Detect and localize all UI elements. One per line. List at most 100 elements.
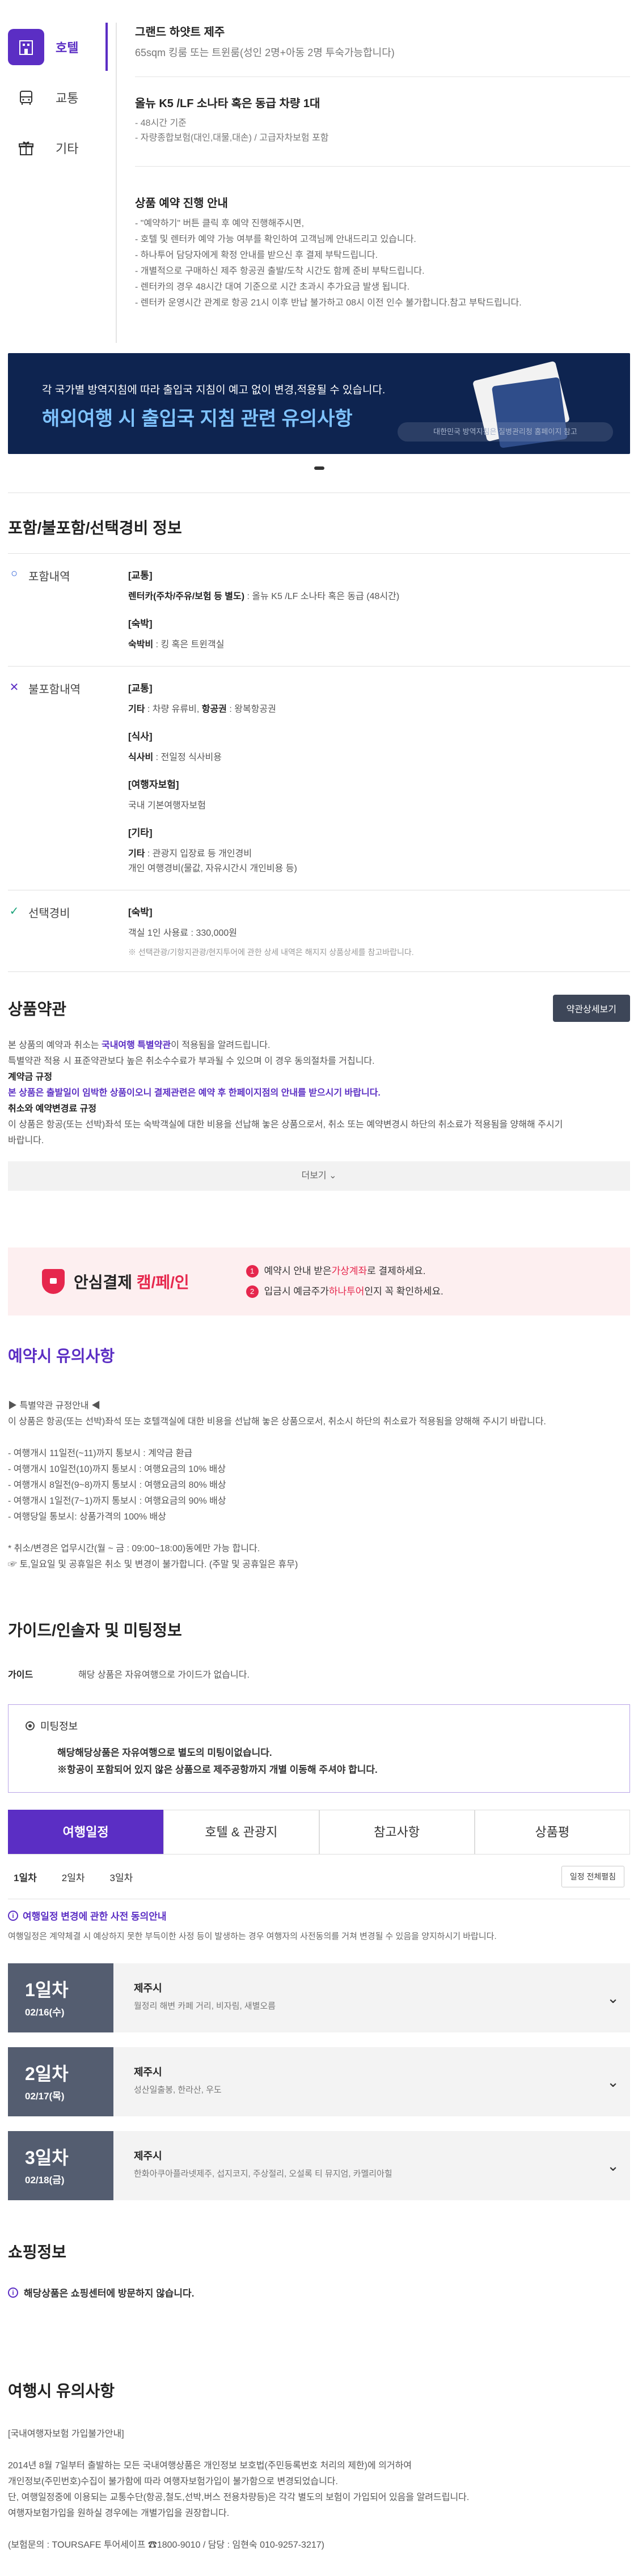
travel-guideline-banner[interactable]: 각 국가별 방역지침에 따라 출입국 지침이 예고 없이 변경,적용될 수 있습… — [8, 353, 630, 454]
day-body: 제주시 성산일출봉, 한라산, 우도 — [113, 2047, 596, 2116]
travel-notes-title: 여행시 유의사항 — [8, 2382, 115, 2400]
reservation-title: 예약시 유의사항 — [8, 1347, 115, 1365]
terms-subheading: 취소와 예약변경료 규정 — [8, 1104, 97, 1114]
expand-all-button[interactable]: 일정 전체펼침 — [561, 1866, 624, 1887]
line-val: : 관광지 입장료 등 개인경비 — [145, 849, 252, 859]
number-badge: 2 — [246, 1285, 259, 1298]
carousel-dot[interactable] — [314, 466, 324, 470]
guide-row: 가이드 해당 상품은 자유여행으로 가이드가 없습니다. — [8, 1652, 630, 1695]
group-line: 기타 : 관광지 입장료 등 개인경비 — [128, 847, 630, 862]
group-line: 개인 여행경비(물값, 자유시간시 개인비용 등) — [128, 864, 297, 873]
travel-note-line — [8, 2522, 630, 2537]
terms-line: 본 상품의 예약과 취소는 국내여행 특별약관이 적용됨을 알려드립니다. — [8, 1038, 630, 1054]
day-card[interactable]: 1일차 02/16(수) 제주시 월정리 해변 카페 거리, 비자림, 새별오름 ⌄ — [8, 1963, 630, 2032]
notice-line: - 하나투어 담당자에게 확정 안내를 받으신 후 결제 부탁드립니다. — [135, 251, 378, 260]
group-title: [교통] — [128, 683, 153, 694]
terms-highlight: 국내여행 특별약관 — [101, 1041, 171, 1050]
safe-item: 2 입금시 예금주가 하나투어 인지 꼭 확인하세요. — [246, 1281, 443, 1302]
notice-title: 상품 예약 진행 안내 — [135, 197, 228, 210]
reservation-line — [8, 1430, 630, 1446]
guide-key: 가이드 — [8, 1670, 33, 1680]
tab-reviews[interactable]: 상품평 — [474, 1810, 630, 1854]
chevron-down-icon: ⌄ — [329, 1171, 337, 1181]
day-tab-1[interactable]: 1일차 — [14, 1870, 37, 1884]
number-badge: 1 — [246, 1265, 259, 1278]
chevron-down-icon[interactable]: ⌄ — [596, 2047, 630, 2116]
includes-section: 포함/불포함/선택경비 정보 ○ 포함내역 [교통] 렌터카(주차/주유/보험 … — [0, 493, 638, 972]
tab-itinerary[interactable]: 여행일정 — [8, 1810, 164, 1854]
group-title: [식사] — [128, 731, 153, 742]
safe-title: 안심결제 캠/페/인 — [74, 1270, 189, 1293]
meeting-title: 미팅정보 — [26, 1718, 612, 1733]
included-row: ○ 포함내역 [교통] 렌터카(주차/주유/보험 등 별도) : 올뉴 K5 /… — [8, 554, 630, 667]
banner-note: 대한민국 방역지침은 질병관리청 홈페이지 참고 — [398, 422, 613, 442]
reservation-line: - 여행당일 통보시: 상품가격의 100% 배상 — [8, 1512, 167, 1522]
day-tab-2[interactable]: 2일차 — [62, 1870, 85, 1884]
line-val: : 전일정 식사비용 — [153, 753, 222, 762]
chevron-down-icon[interactable]: ⌄ — [596, 1963, 630, 2032]
group-title: [교통] — [128, 570, 153, 581]
group-line: 숙박비 : 킹 혹은 트윈객실 — [128, 638, 630, 652]
shopping-text: 해당상품은 쇼핑센터에 방문하지 않습니다. — [24, 2288, 195, 2299]
booking-notice: 상품 예약 진행 안내 - "예약하기" 버튼 클릭 후 예약 진행해주시면, … — [135, 184, 630, 326]
schedule-change-notice: i 여행일정 변경에 관한 사전 동의안내 여행일정은 계약체결 시 예상하지 못… — [8, 1899, 630, 1944]
day-card[interactable]: 3일차 02/18(금) 제주시 한화아쿠아플라넷제주, 섭지코지, 주상절리, 오… — [8, 2131, 630, 2200]
group-title: [여행자보험] — [128, 779, 179, 790]
excluded-head: ✕ 불포함내역 — [8, 680, 128, 876]
optional-row: ✓ 선택경비 [숙박] 객실 1인 사용료 : 330,000원 ※ 선택관광/… — [8, 890, 630, 972]
chevron-down-icon[interactable]: ⌄ — [596, 2131, 630, 2200]
included-head: ○ 포함내역 — [8, 567, 128, 652]
more-button[interactable]: 더보기 ⌄ — [8, 1161, 630, 1191]
circle-icon: ○ — [10, 567, 18, 580]
notice-title-text: 여행일정 변경에 관한 사전 동의안내 — [23, 1911, 167, 1922]
side-nav-label: 교통 — [56, 91, 79, 105]
day-city: 제주시 — [134, 1983, 162, 1994]
hotel-info: 그랜드 하얏트 제주 65sqm 킹룸 또는 트윈룸(성인 2명+아동 2명 투… — [135, 23, 630, 77]
shield-lock-icon — [42, 1269, 65, 1294]
shopping-title: 쇼핑정보 — [8, 2243, 67, 2261]
excluded-group: [식사] 식사비 : 전일정 식사비용 — [128, 728, 630, 765]
bus-icon — [8, 79, 44, 116]
excluded-group: [기타] 기타 : 관광지 입장료 등 개인경비 개인 여행경비(물값, 자유시… — [128, 825, 630, 876]
tab-notes[interactable]: 참고사항 — [319, 1810, 475, 1854]
carousel-indicator[interactable] — [0, 466, 638, 470]
reservation-line: ▶ 특별약관 규정안내 ◀ — [8, 1401, 101, 1411]
gift-icon — [8, 130, 44, 166]
safe-title-text: 안심결제 — [74, 1274, 137, 1291]
tab-hotel-attractions[interactable]: 호텔 & 관광지 — [163, 1810, 319, 1854]
day-card[interactable]: 2일차 02/17(목) 제주시 성산일출봉, 한라산, 우도 ⌄ — [8, 2047, 630, 2116]
side-nav-transport[interactable]: 교통 — [8, 73, 116, 121]
terms-section: 상품약관 약관상세보기 본 상품의 예약과 취소는 국내여행 특별약관이 적용됨… — [0, 972, 638, 1191]
group-line: 기타 : 차량 유류비, 항공권 : 왕복항공권 — [128, 702, 630, 717]
target-icon — [26, 1721, 35, 1730]
line-key: 기타 — [128, 849, 145, 859]
side-nav-hotel[interactable]: 호텔 — [8, 23, 116, 71]
notice-line: - 렌터카의 경우 48시간 대여 기준으로 시간 초과시 추가요금 발생 됩니… — [135, 282, 410, 292]
transport-title: 올뉴 K5 /LF 소나타 혹은 동급 차량 1대 — [135, 97, 320, 110]
product-component-section: 호텔 교통 기타 그랜드 하얏트 제주 65sqm 킹룸 또는 트윈룸(성인 2… — [0, 0, 638, 343]
meeting-title-text: 미팅정보 — [40, 1721, 78, 1732]
transport-info: 올뉴 K5 /LF 소나타 혹은 동급 차량 1대 - 48시간 기준 - 자량… — [135, 94, 630, 167]
side-nav-etc[interactable]: 기타 — [8, 124, 116, 172]
guide-section: 가이드/인솔자 및 미팅정보 가이드 해당 상품은 자유여행으로 가이드가 없습… — [0, 1573, 638, 2200]
day-tabs: 1일차 2일차 3일차 일정 전체펼침 — [8, 1854, 630, 1899]
safe-title-highlight: 캠/페/인 — [136, 1274, 189, 1291]
component-details: 그랜드 하얏트 제주 65sqm 킹룸 또는 트윈룸(성인 2명+아동 2명 투… — [116, 23, 630, 343]
safe-highlight: 하나투어 — [328, 1286, 365, 1297]
excluded-label: 불포함내역 — [28, 684, 81, 696]
reservation-line: * 취소/변경은 업무시간(월 ~ 금 : 09:00~18:00)동에만 가능… — [8, 1544, 260, 1554]
travel-note-line: 2014년 8월 7일부터 출발하는 모든 국내여행상품은 개인정보 보호법(주… — [8, 2461, 412, 2471]
hotel-name: 그랜드 하얏트 제주 — [135, 26, 225, 39]
travel-note-line: [국내여행자보험 가입불가안내] — [8, 2429, 124, 2439]
travel-note-line: (보험문의 : TOURSAFE 투어세이프 ☎1800-9010 / 담당 :… — [8, 2540, 324, 2550]
side-nav-label: 기타 — [56, 141, 79, 156]
day-tab-3[interactable]: 3일차 — [110, 1870, 133, 1884]
meeting-info-box: 미팅정보 해당해당상품은 자유여행으로 별도의 미팅이없습니다. ※항공이 포함… — [8, 1704, 630, 1793]
meeting-line: 해당해당상품은 자유여행으로 별도의 미팅이없습니다. — [57, 1747, 272, 1758]
line-key: 기타 — [128, 705, 145, 714]
terms-detail-button[interactable]: 약관상세보기 — [552, 995, 630, 1022]
reservation-line: - 여행개시 11일전(~11)까지 통보시 : 계약금 환급 — [8, 1449, 193, 1458]
notice-line: - 호텔 및 렌터카 예약 가능 여부를 확인하여 고객님께 안내드리고 있습니… — [135, 235, 416, 244]
terms-header: 상품약관 약관상세보기 — [8, 972, 630, 1038]
notice-line: - 렌터카 운영시간 관계로 항공 21시 이후 반납 불가하고 08시 이전 … — [135, 298, 522, 308]
